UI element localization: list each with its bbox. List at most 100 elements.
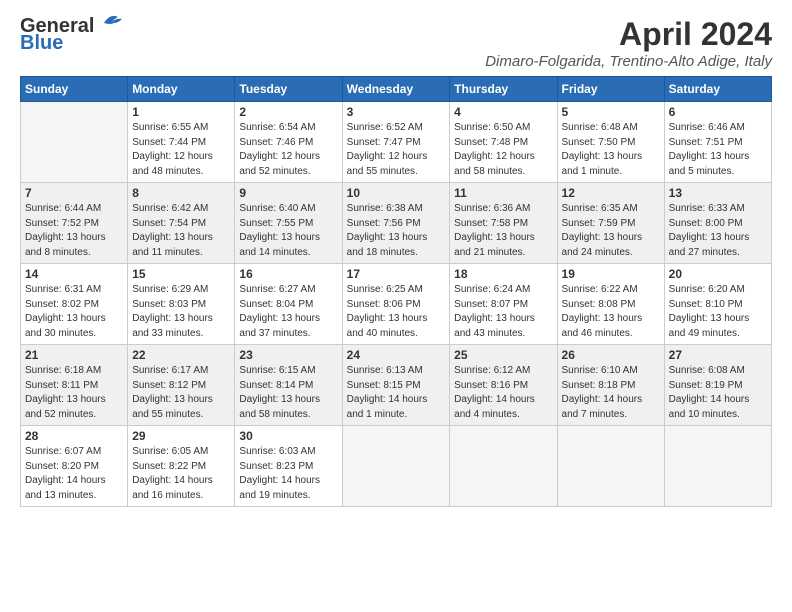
calendar-cell: 28 Sunrise: 6:07 AM Sunset: 8:20 PM Dayli…	[21, 426, 128, 507]
header: General Blue April 2024 Dimaro-Folgarida…	[20, 16, 772, 70]
day-info: Sunrise: 6:10 AM Sunset: 8:18 PM Dayligh…	[562, 364, 660, 422]
day-number: 30	[239, 429, 337, 443]
calendar-cell: 23Sunrise: 6:15 AM Sunset: 8:14 PM Dayli…	[235, 345, 342, 426]
calendar-cell	[450, 426, 557, 507]
day-number: 23	[239, 348, 337, 362]
day-number: 15	[132, 267, 230, 281]
logo: General Blue	[20, 16, 126, 55]
day-number: 28	[25, 429, 123, 443]
day-number: 3	[347, 105, 446, 119]
calendar-cell: 1 Sunrise: 6:55 AM Sunset: 7:44 PM Daylig…	[128, 102, 235, 183]
day-number: 2	[239, 105, 337, 119]
calendar-cell: 16 Sunrise: 6:27 AM Sunset: 8:04 PM Dayli…	[235, 264, 342, 345]
day-info: Sunrise: 6:36 AM Sunset: 7:58 PM Dayligh…	[454, 202, 552, 260]
calendar-cell: 10 Sunrise: 6:38 AM Sunset: 7:56 PM Dayli…	[342, 183, 450, 264]
title-block: April 2024 Dimaro-Folgarida, Trentino-Al…	[485, 16, 772, 70]
calendar-cell: 29 Sunrise: 6:05 AM Sunset: 8:22 PM Dayli…	[128, 426, 235, 507]
day-info: Sunrise: 6:07 AM Sunset: 8:20 PM Dayligh…	[25, 445, 123, 503]
logo-bird-icon	[96, 11, 126, 33]
day-info: Sunrise: 6:20 AM Sunset: 8:10 PM Dayligh…	[669, 283, 767, 341]
page: General Blue April 2024 Dimaro-Folgarida…	[0, 0, 792, 517]
calendar-cell: 14 Sunrise: 6:31 AM Sunset: 8:02 PM Dayli…	[21, 264, 128, 345]
day-info: Sunrise: 6:03 AM Sunset: 8:23 PM Dayligh…	[239, 445, 337, 503]
logo-blue: Blue	[20, 32, 63, 55]
day-info: Sunrise: 6:22 AM Sunset: 8:08 PM Dayligh…	[562, 283, 660, 341]
calendar-cell	[342, 426, 450, 507]
calendar-cell: 6 Sunrise: 6:46 AM Sunset: 7:51 PM Daylig…	[664, 102, 771, 183]
calendar-cell: 2 Sunrise: 6:54 AM Sunset: 7:46 PM Daylig…	[235, 102, 342, 183]
weekday-header: Monday	[128, 77, 235, 102]
calendar-table: SundayMondayTuesdayWednesdayThursdayFrid…	[20, 76, 772, 507]
day-number: 7	[25, 186, 123, 200]
day-number: 1	[132, 105, 230, 119]
day-info: Sunrise: 6:54 AM Sunset: 7:46 PM Dayligh…	[239, 121, 337, 179]
day-info: Sunrise: 6:13 AM Sunset: 8:15 PM Dayligh…	[347, 364, 446, 422]
calendar-week-row: 21Sunrise: 6:18 AM Sunset: 8:11 PM Dayli…	[21, 345, 772, 426]
calendar-cell: 11 Sunrise: 6:36 AM Sunset: 7:58 PM Dayli…	[450, 183, 557, 264]
day-number: 17	[347, 267, 446, 281]
day-number: 13	[669, 186, 767, 200]
day-info: Sunrise: 6:48 AM Sunset: 7:50 PM Dayligh…	[562, 121, 660, 179]
day-number: 29	[132, 429, 230, 443]
day-number: 6	[669, 105, 767, 119]
day-number: 18	[454, 267, 552, 281]
calendar-cell	[21, 102, 128, 183]
calendar-cell: 15Sunrise: 6:29 AM Sunset: 8:03 PM Dayli…	[128, 264, 235, 345]
day-number: 14	[25, 267, 123, 281]
day-info: Sunrise: 6:35 AM Sunset: 7:59 PM Dayligh…	[562, 202, 660, 260]
day-info: Sunrise: 6:55 AM Sunset: 7:44 PM Dayligh…	[132, 121, 230, 179]
calendar-cell	[557, 426, 664, 507]
day-number: 8	[132, 186, 230, 200]
weekday-header: Tuesday	[235, 77, 342, 102]
day-number: 20	[669, 267, 767, 281]
calendar-cell: 4Sunrise: 6:50 AM Sunset: 7:48 PM Daylig…	[450, 102, 557, 183]
day-number: 9	[239, 186, 337, 200]
day-info: Sunrise: 6:08 AM Sunset: 8:19 PM Dayligh…	[669, 364, 767, 422]
calendar-cell: 12 Sunrise: 6:35 AM Sunset: 7:59 PM Dayli…	[557, 183, 664, 264]
calendar-week-row: 14 Sunrise: 6:31 AM Sunset: 8:02 PM Dayli…	[21, 264, 772, 345]
day-number: 11	[454, 186, 552, 200]
day-info: Sunrise: 6:25 AM Sunset: 8:06 PM Dayligh…	[347, 283, 446, 341]
calendar-cell: 7 Sunrise: 6:44 AM Sunset: 7:52 PM Daylig…	[21, 183, 128, 264]
calendar-cell: 24Sunrise: 6:13 AM Sunset: 8:15 PM Dayli…	[342, 345, 450, 426]
calendar-cell: 20 Sunrise: 6:20 AM Sunset: 8:10 PM Dayli…	[664, 264, 771, 345]
weekday-header: Thursday	[450, 77, 557, 102]
calendar-cell: 18 Sunrise: 6:24 AM Sunset: 8:07 PM Dayli…	[450, 264, 557, 345]
weekday-header: Sunday	[21, 77, 128, 102]
calendar-cell: 17 Sunrise: 6:25 AM Sunset: 8:06 PM Dayli…	[342, 264, 450, 345]
calendar-cell: 13 Sunrise: 6:33 AM Sunset: 8:00 PM Dayli…	[664, 183, 771, 264]
calendar-cell: 5Sunrise: 6:48 AM Sunset: 7:50 PM Daylig…	[557, 102, 664, 183]
day-number: 10	[347, 186, 446, 200]
day-info: Sunrise: 6:18 AM Sunset: 8:11 PM Dayligh…	[25, 364, 123, 422]
day-info: Sunrise: 6:38 AM Sunset: 7:56 PM Dayligh…	[347, 202, 446, 260]
calendar-cell: 9Sunrise: 6:40 AM Sunset: 7:55 PM Daylig…	[235, 183, 342, 264]
calendar-cell: 3 Sunrise: 6:52 AM Sunset: 7:47 PM Daylig…	[342, 102, 450, 183]
day-number: 16	[239, 267, 337, 281]
day-info: Sunrise: 6:05 AM Sunset: 8:22 PM Dayligh…	[132, 445, 230, 503]
calendar-week-row: 7 Sunrise: 6:44 AM Sunset: 7:52 PM Daylig…	[21, 183, 772, 264]
day-info: Sunrise: 6:42 AM Sunset: 7:54 PM Dayligh…	[132, 202, 230, 260]
calendar-week-row: 1 Sunrise: 6:55 AM Sunset: 7:44 PM Daylig…	[21, 102, 772, 183]
day-info: Sunrise: 6:46 AM Sunset: 7:51 PM Dayligh…	[669, 121, 767, 179]
day-info: Sunrise: 6:33 AM Sunset: 8:00 PM Dayligh…	[669, 202, 767, 260]
day-info: Sunrise: 6:31 AM Sunset: 8:02 PM Dayligh…	[25, 283, 123, 341]
day-info: Sunrise: 6:24 AM Sunset: 8:07 PM Dayligh…	[454, 283, 552, 341]
day-number: 12	[562, 186, 660, 200]
weekday-header: Saturday	[664, 77, 771, 102]
day-info: Sunrise: 6:52 AM Sunset: 7:47 PM Dayligh…	[347, 121, 446, 179]
day-info: Sunrise: 6:27 AM Sunset: 8:04 PM Dayligh…	[239, 283, 337, 341]
calendar-week-row: 28 Sunrise: 6:07 AM Sunset: 8:20 PM Dayli…	[21, 426, 772, 507]
weekday-header: Wednesday	[342, 77, 450, 102]
day-info: Sunrise: 6:12 AM Sunset: 8:16 PM Dayligh…	[454, 364, 552, 422]
calendar-cell: 27Sunrise: 6:08 AM Sunset: 8:19 PM Dayli…	[664, 345, 771, 426]
day-number: 25	[454, 348, 552, 362]
calendar-cell: 26 Sunrise: 6:10 AM Sunset: 8:18 PM Dayli…	[557, 345, 664, 426]
day-number: 26	[562, 348, 660, 362]
calendar-cell: 25 Sunrise: 6:12 AM Sunset: 8:16 PM Dayli…	[450, 345, 557, 426]
calendar-cell	[664, 426, 771, 507]
day-number: 4	[454, 105, 552, 119]
calendar-cell: 30 Sunrise: 6:03 AM Sunset: 8:23 PM Dayli…	[235, 426, 342, 507]
calendar-cell: 19Sunrise: 6:22 AM Sunset: 8:08 PM Dayli…	[557, 264, 664, 345]
day-info: Sunrise: 6:44 AM Sunset: 7:52 PM Dayligh…	[25, 202, 123, 260]
calendar-cell: 21Sunrise: 6:18 AM Sunset: 8:11 PM Dayli…	[21, 345, 128, 426]
